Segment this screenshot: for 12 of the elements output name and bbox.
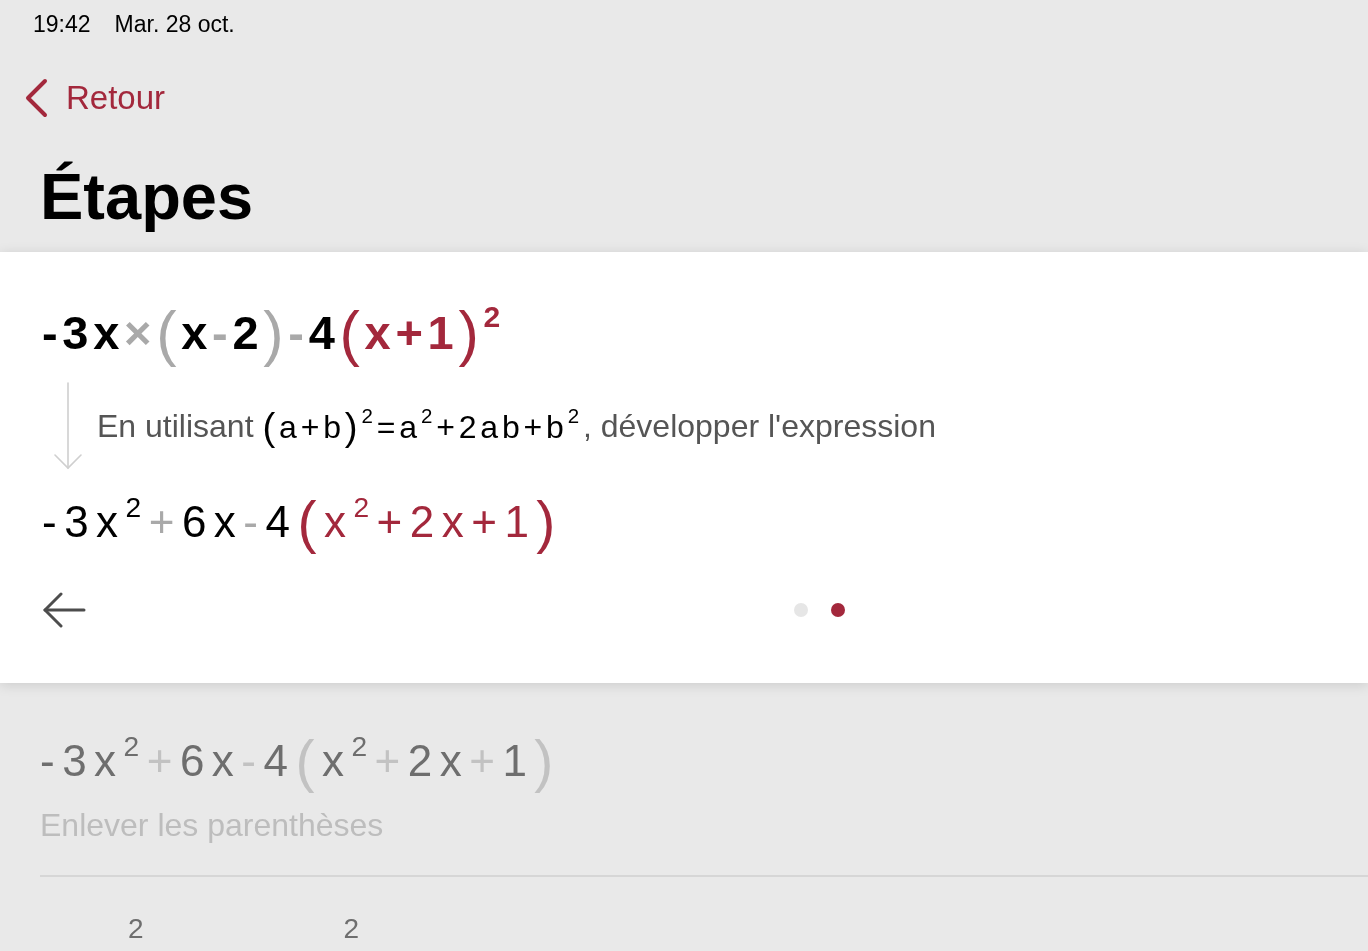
page-title: Étapes	[40, 159, 254, 235]
page-dot[interactable]	[794, 603, 808, 618]
back-button[interactable]: Retour	[24, 74, 170, 122]
status-date: Mar. 28 oct.	[114, 10, 235, 39]
chevron-left-icon	[24, 78, 48, 118]
math-exponent: 2	[128, 914, 144, 943]
hint-text: En utilisant (a+b)$^{2}$=a$^{2}$+2ab+b$^{2}$, développer l'expression	[97, 402, 936, 450]
math-exponent: 2	[343, 914, 360, 943]
page-dot[interactable]	[831, 603, 845, 618]
previous-button[interactable]	[42, 592, 86, 629]
down-arrow-icon	[53, 382, 83, 471]
status-time: 19:42	[33, 10, 91, 39]
